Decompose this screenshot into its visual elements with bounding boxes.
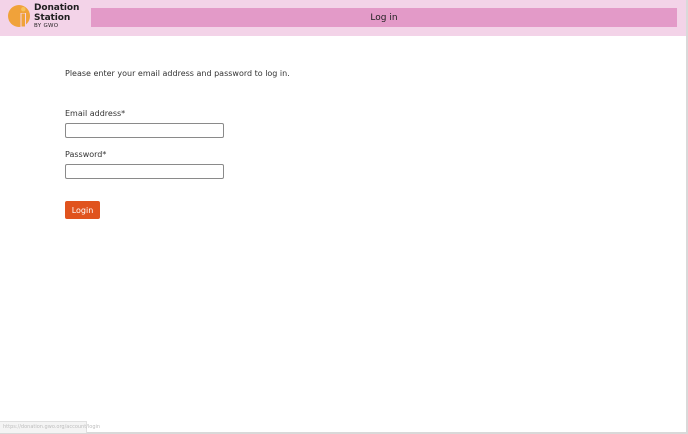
donation-station-logo-icon bbox=[8, 5, 30, 28]
page-title-bar: Log in bbox=[91, 8, 677, 27]
password-field[interactable] bbox=[65, 164, 224, 179]
browser-status-bar: https://donation.gwo.org/account/login bbox=[0, 421, 100, 433]
brand-byline: BY GWO bbox=[34, 23, 59, 29]
status-bar-url: https://donation.gwo.org/account/login bbox=[3, 424, 101, 430]
browser-viewport bbox=[0, 0, 688, 434]
brand-logo[interactable]: Donation Station BY GWO bbox=[8, 4, 88, 32]
password-field-label: Password* bbox=[65, 150, 107, 159]
site-header: Donation Station BY GWO Log in bbox=[0, 0, 686, 36]
login-instructions: Please enter your email address and pass… bbox=[65, 69, 290, 78]
email-field[interactable] bbox=[65, 123, 224, 138]
page-title: Log in bbox=[370, 12, 398, 23]
login-button[interactable]: Login bbox=[65, 201, 100, 219]
brand-wordmark: Donation Station BY GWO bbox=[34, 4, 79, 30]
brand-name-line1: Donation bbox=[34, 3, 80, 13]
brand-name-line2: Station bbox=[34, 13, 71, 23]
email-field-label: Email address* bbox=[65, 109, 126, 118]
